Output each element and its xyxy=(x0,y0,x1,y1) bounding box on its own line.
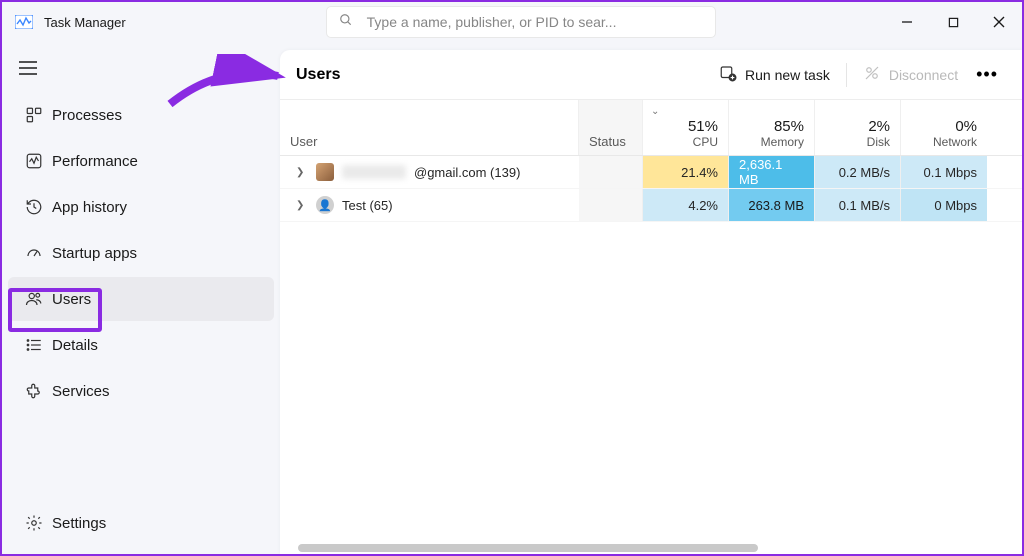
users-table: User Status ⌄ 51% CPU 85% Memory 2% Disk xyxy=(280,100,1022,222)
sidebar-item-label: Processes xyxy=(52,107,122,124)
sidebar-item-processes[interactable]: Processes xyxy=(8,93,274,137)
run-new-task-label: Run new task xyxy=(745,67,830,83)
network-cell: 0.1 Mbps xyxy=(901,156,987,188)
users-icon xyxy=(16,290,52,308)
sidebar-item-app-history[interactable]: App history xyxy=(8,185,274,229)
sidebar-item-startup-apps[interactable]: Startup apps xyxy=(8,231,274,275)
close-button[interactable] xyxy=(976,6,1022,38)
window-title: Task Manager xyxy=(44,15,126,30)
sidebar-item-label: Details xyxy=(52,337,98,354)
disconnect-button: Disconnect xyxy=(853,58,968,91)
user-name: Test (65) xyxy=(342,198,393,213)
sidebar: Processes Performance App history Startu… xyxy=(2,42,280,554)
sidebar-item-label: Services xyxy=(52,383,110,400)
maximize-button[interactable] xyxy=(930,6,976,38)
network-cell: 0 Mbps xyxy=(901,189,987,221)
gear-icon xyxy=(16,514,52,532)
table-row[interactable]: ❯ 👤 Test (65) 4.2% 263.8 MB 0.1 MB/s 0 M… xyxy=(280,189,1022,222)
expand-icon[interactable]: ❯ xyxy=(296,167,308,178)
search-icon xyxy=(339,13,353,32)
cpu-cell: 21.4% xyxy=(643,156,729,188)
memory-cell: 2,636.1 MB xyxy=(729,156,815,188)
minimize-button[interactable] xyxy=(884,6,930,38)
sidebar-item-label: Startup apps xyxy=(52,245,137,262)
sidebar-item-label: Users xyxy=(52,291,91,308)
sidebar-item-settings[interactable]: Settings xyxy=(8,501,274,545)
column-cpu[interactable]: ⌄ 51% CPU xyxy=(643,100,729,155)
user-name: @gmail.com (139) xyxy=(414,165,520,180)
column-status[interactable]: Status xyxy=(579,100,643,155)
column-disk[interactable]: 2% Disk xyxy=(815,100,901,155)
avatar xyxy=(316,163,334,181)
horizontal-scrollbar[interactable] xyxy=(278,544,1014,554)
sidebar-item-details[interactable]: Details xyxy=(8,323,274,367)
disconnect-icon xyxy=(863,64,881,85)
disk-cell: 0.2 MB/s xyxy=(815,156,901,188)
sidebar-item-label: Settings xyxy=(52,515,106,532)
history-icon xyxy=(16,198,52,216)
cpu-cell: 4.2% xyxy=(643,189,729,221)
disk-cell: 0.1 MB/s xyxy=(815,189,901,221)
app-icon xyxy=(14,14,34,30)
redacted-name: xxxxx xyxy=(342,165,406,179)
more-button[interactable]: ••• xyxy=(968,58,1006,91)
sidebar-item-users[interactable]: Users xyxy=(8,277,274,321)
run-new-task-button[interactable]: Run new task xyxy=(709,58,840,91)
run-task-icon xyxy=(719,64,737,85)
column-memory[interactable]: 85% Memory xyxy=(729,100,815,155)
list-icon xyxy=(16,336,52,354)
separator xyxy=(846,63,847,87)
disconnect-label: Disconnect xyxy=(889,67,958,83)
main-panel: Users Run new task Disconnect ••• User S… xyxy=(280,50,1022,554)
column-user[interactable]: User xyxy=(280,100,579,155)
search-input[interactable]: Type a name, publisher, or PID to sear..… xyxy=(326,6,716,38)
expand-icon[interactable]: ❯ xyxy=(296,200,308,211)
memory-cell: 263.8 MB xyxy=(729,189,815,221)
gauge-icon xyxy=(16,244,52,262)
table-row[interactable]: ❯ xxxxx @gmail.com (139) 21.4% 2,636.1 M… xyxy=(280,156,1022,189)
sidebar-item-services[interactable]: Services xyxy=(8,369,274,413)
puzzle-icon xyxy=(16,382,52,400)
search-placeholder: Type a name, publisher, or PID to sear..… xyxy=(367,14,617,30)
page-title: Users xyxy=(296,66,340,84)
activity-icon xyxy=(16,152,52,170)
sidebar-item-label: Performance xyxy=(52,153,138,170)
hamburger-button[interactable] xyxy=(8,50,48,86)
column-network[interactable]: 0% Network xyxy=(901,100,987,155)
chevron-down-icon: ⌄ xyxy=(651,106,659,117)
grid-icon xyxy=(16,106,52,124)
titlebar: Task Manager Type a name, publisher, or … xyxy=(2,2,1022,42)
avatar: 👤 xyxy=(316,196,334,214)
sidebar-item-performance[interactable]: Performance xyxy=(8,139,274,183)
sidebar-item-label: App history xyxy=(52,199,127,216)
